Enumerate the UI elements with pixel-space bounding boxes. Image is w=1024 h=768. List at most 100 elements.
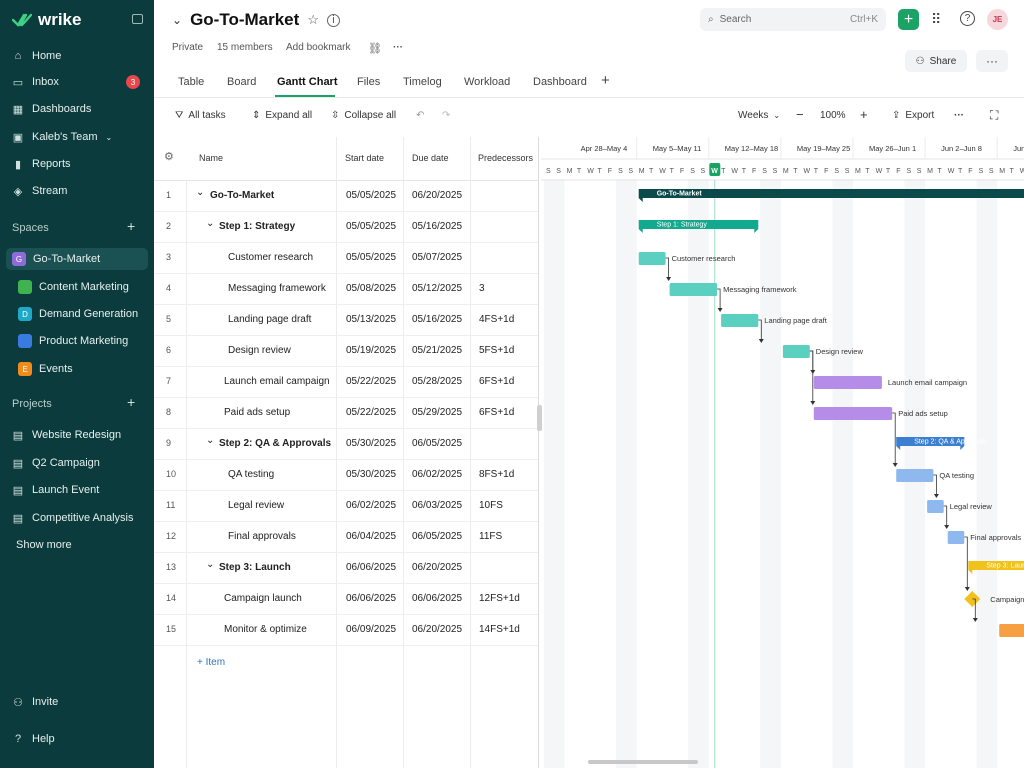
table-row[interactable]: 11 Legal review 06/02/2025 06/03/2025 10FS: [154, 491, 538, 522]
table-row[interactable]: 12 Final approvals 06/04/2025 06/05/2025 11F…: [154, 522, 538, 553]
space-demand-generation[interactable]: D Demand Generation: [18, 303, 138, 325]
tab-workload[interactable]: Workload: [464, 76, 510, 88]
add-bookmark-link[interactable]: Add bookmark: [286, 42, 350, 53]
space-content-marketing[interactable]: Content Marketing: [18, 276, 129, 298]
show-more-link[interactable]: Show more: [16, 534, 152, 556]
horizontal-scrollbar[interactable]: [588, 760, 698, 764]
nav-home[interactable]: ⌂ Home: [12, 45, 148, 67]
chevron-down-icon[interactable]: ⌄: [172, 13, 182, 27]
table-row[interactable]: 5 Landing page draft 05/13/2025 05/16/2025 4…: [154, 305, 538, 336]
tab-timelog[interactable]: Timelog: [403, 76, 442, 88]
task-bar[interactable]: [721, 314, 759, 327]
space-product-marketing[interactable]: Product Marketing: [18, 330, 128, 352]
task-bar[interactable]: [782, 345, 810, 358]
add-project-icon[interactable]: +: [127, 394, 135, 410]
expand-all-button[interactable]: ⇕ Expand all: [252, 110, 312, 121]
day-letter: T: [577, 168, 582, 175]
apps-grid-icon[interactable]: ⠿: [931, 11, 941, 28]
table-row[interactable]: 6 Design review 05/19/2025 05/21/2025 5FS+1d: [154, 336, 538, 367]
chevron-down-icon[interactable]: ⌄: [206, 218, 214, 229]
nav-reports[interactable]: ▮ Reports: [12, 153, 148, 175]
link-icon[interactable]: ⛓: [368, 42, 382, 55]
export-button[interactable]: ⇪ Export: [892, 110, 934, 121]
nav-stream[interactable]: ◈ Stream: [12, 180, 148, 202]
wrike-logo[interactable]: wrike: [12, 10, 81, 30]
time-scale-select[interactable]: Weeks ⌄: [738, 110, 780, 121]
task-bar[interactable]: [947, 531, 965, 544]
tab-board[interactable]: Board: [227, 76, 256, 88]
fullscreen-icon[interactable]: ⛶: [990, 108, 998, 123]
nav-dashboards[interactable]: ▦ Dashboards: [12, 98, 148, 120]
weekend-column: [698, 179, 709, 768]
table-row[interactable]: 8 Paid ads setup 05/22/2025 05/29/2025 6FS+1…: [154, 398, 538, 429]
space-go-to-market[interactable]: G Go-To-Market: [6, 248, 148, 270]
week-label: Jun 9–Jun 15: [1013, 144, 1024, 153]
user-avatar[interactable]: JE: [987, 9, 1008, 30]
task-bar[interactable]: [927, 500, 944, 513]
settings-gear-icon[interactable]: ⚙: [164, 150, 174, 163]
info-icon[interactable]: i: [326, 13, 340, 27]
collapse-sidebar-icon[interactable]: [132, 14, 143, 24]
nav-team[interactable]: ▣ Kaleb's Team ⌄: [12, 126, 148, 148]
tab-gantt-chart[interactable]: Gantt Chart: [277, 76, 338, 88]
create-new-button[interactable]: +: [898, 9, 919, 30]
undo-icon[interactable]: ↶: [416, 110, 424, 121]
task-bar[interactable]: [813, 376, 882, 389]
table-row[interactable]: 15 Monitor & optimize 06/09/2025 06/20/2025…: [154, 615, 538, 646]
search-input[interactable]: ⌕ Search Ctrl+K: [700, 8, 886, 31]
share-button[interactable]: ⚇ Share: [905, 50, 967, 72]
show-more-label: Show more: [16, 539, 72, 551]
add-item-button[interactable]: + Item: [197, 657, 225, 668]
task-bar[interactable]: [638, 252, 666, 265]
help-button[interactable]: ? Help: [12, 728, 148, 750]
table-row[interactable]: 2 ⌄ Step 1: Strategy 05/05/2025 05/16/2025: [154, 212, 538, 243]
project-q2-campaign[interactable]: ▤ Q2 Campaign: [12, 452, 148, 474]
table-row[interactable]: 10 QA testing 05/30/2025 06/02/2025 8FS+1d: [154, 460, 538, 491]
table-row[interactable]: 14 Campaign launch 06/06/2025 06/06/2025 12F…: [154, 584, 538, 615]
members-label[interactable]: 15 members: [217, 42, 273, 53]
project-launch-event[interactable]: ▤ Launch Event: [12, 479, 148, 501]
column-header-start-date[interactable]: Start date: [345, 153, 384, 163]
task-bar[interactable]: [813, 407, 893, 420]
help-circle-icon[interactable]: ?: [960, 11, 975, 26]
collapse-all-button[interactable]: ⇳ Collapse all: [331, 110, 396, 121]
star-icon[interactable]: ☆: [307, 12, 319, 28]
zoom-out-icon[interactable]: −: [796, 107, 804, 122]
chevron-down-icon[interactable]: ⌄: [206, 435, 214, 446]
table-row[interactable]: 7 Launch email campaign 05/22/2025 05/28/20…: [154, 367, 538, 398]
zoom-in-icon[interactable]: +: [860, 107, 868, 122]
dependency-arrowhead: [810, 401, 816, 405]
tab-dashboard[interactable]: Dashboard: [533, 76, 587, 88]
space-events[interactable]: E Events: [18, 358, 73, 380]
task-name: Landing page draft: [228, 314, 312, 325]
chevron-down-icon[interactable]: ⌄: [206, 559, 214, 570]
toolbar-more-icon[interactable]: ···: [954, 110, 964, 121]
table-row[interactable]: 1 ⌄ Go-To-Market 05/05/2025 06/20/2025: [154, 181, 538, 212]
invite-button[interactable]: ⚇ Invite: [12, 691, 148, 713]
more-options-icon[interactable]: ···: [393, 42, 403, 53]
project-website-redesign[interactable]: ▤ Website Redesign: [12, 424, 148, 446]
table-row[interactable]: 9 ⌄ Step 2: QA & Approvals 05/30/2025 06/05/…: [154, 429, 538, 460]
column-header-due-date[interactable]: Due date: [412, 153, 449, 163]
column-header-predecessors[interactable]: Predecessors: [478, 153, 533, 163]
task-bar[interactable]: [896, 469, 934, 482]
table-row[interactable]: 4 Messaging framework 05/08/2025 05/12/2025…: [154, 274, 538, 305]
table-row[interactable]: 3 Customer research 05/05/2025 05/07/2025: [154, 243, 538, 274]
all-tasks-filter[interactable]: ⛛ All tasks: [175, 110, 226, 121]
task-bar[interactable]: [669, 283, 718, 296]
tab-table[interactable]: Table: [178, 76, 204, 88]
project-competitive-analysis[interactable]: ▤ Competitive Analysis: [12, 507, 148, 529]
privacy-label[interactable]: Private: [172, 42, 203, 53]
predecessors: 6FS+1d: [479, 376, 515, 387]
add-space-icon[interactable]: +: [127, 218, 135, 234]
add-view-icon[interactable]: +: [601, 72, 610, 89]
column-header-name[interactable]: Name: [199, 153, 223, 163]
table-row[interactable]: 13 ⌄ Step 3: Launch 06/06/2025 06/20/2025: [154, 553, 538, 584]
redo-icon[interactable]: ↷: [442, 110, 450, 121]
task-bar[interactable]: [999, 624, 1024, 637]
more-actions-button[interactable]: ···: [976, 50, 1008, 72]
tab-files[interactable]: Files: [357, 76, 380, 88]
nav-reports-label: Reports: [32, 158, 71, 170]
task-name: Legal review: [228, 500, 285, 511]
chevron-down-icon[interactable]: ⌄: [196, 187, 204, 198]
